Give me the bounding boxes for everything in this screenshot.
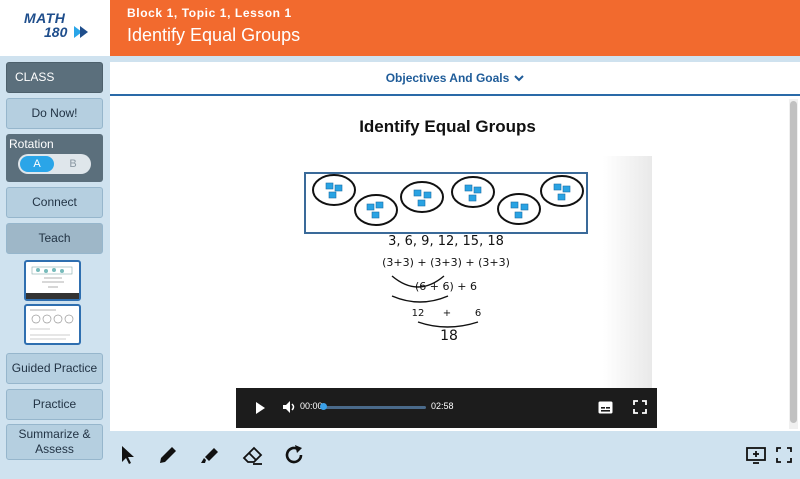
logo-chevron-icon xyxy=(74,26,88,38)
highlighter-icon[interactable] xyxy=(197,443,221,467)
redo-icon[interactable] xyxy=(282,443,306,467)
rotation-toggle[interactable]: A B xyxy=(18,154,91,174)
partial-sum-b: 6 xyxy=(475,308,481,319)
video-controls: 00:00 02:58 xyxy=(236,388,657,428)
volume-icon[interactable] xyxy=(282,399,298,415)
present-icon[interactable] xyxy=(744,443,768,467)
teach-slide-thumbnails xyxy=(24,252,84,345)
rotation-option-a[interactable]: A xyxy=(20,156,54,172)
main-content: Objectives And Goals Identify Equal Grou… xyxy=(110,62,800,431)
sidebar: CLASS Do Now! Rotation A B Connect Teach xyxy=(0,56,110,479)
video-player[interactable]: 3, 6, 9, 12, 15, 18 (3+3) + (3+3) + (3+3… xyxy=(236,156,657,428)
fullscreen-icon[interactable] xyxy=(633,400,647,414)
lesson-title: Identify Equal Groups xyxy=(127,25,301,45)
connect-label: Connect xyxy=(32,195,77,209)
lesson-breadcrumb: Block 1, Topic 1, Lesson 1 xyxy=(127,6,292,20)
pen-icon[interactable] xyxy=(156,443,180,467)
guided-practice-button[interactable]: Guided Practice xyxy=(6,353,103,384)
teach-button[interactable]: Teach xyxy=(6,223,103,254)
math180-logo: MATH 180 xyxy=(24,10,94,46)
summarize-assess-button[interactable]: Summarize & Assess xyxy=(6,424,103,460)
rotation-option-b[interactable]: B xyxy=(58,156,88,172)
slide-thumbnail-2[interactable] xyxy=(24,304,81,345)
annotation-toolbar xyxy=(110,433,800,479)
plus-sign: + xyxy=(443,308,451,319)
play-icon[interactable] xyxy=(253,400,267,416)
content-scrollbar[interactable] xyxy=(789,99,798,429)
class-label: CLASS xyxy=(15,70,55,84)
scrollbar-thumb[interactable] xyxy=(790,101,797,423)
number-sequence: 3, 6, 9, 12, 15, 18 xyxy=(388,234,504,249)
do-now-label: Do Now! xyxy=(31,106,78,120)
duration: 02:58 xyxy=(431,401,454,411)
objectives-label: Objectives And Goals xyxy=(385,71,510,85)
pointer-icon[interactable] xyxy=(116,443,140,467)
connect-button[interactable]: Connect xyxy=(6,187,103,218)
chevron-down-icon xyxy=(514,75,525,82)
do-now-button[interactable]: Do Now! xyxy=(6,98,103,129)
grouped-addition: (3+3) + (3+3) + (3+3) xyxy=(382,256,510,269)
rotation-label: Rotation xyxy=(9,137,54,151)
practice-button[interactable]: Practice xyxy=(6,389,103,420)
rotation-panel: Rotation A B xyxy=(6,134,103,182)
class-button[interactable]: CLASS xyxy=(6,62,103,93)
total-sum: 18 xyxy=(440,328,458,344)
video-frame[interactable]: 3, 6, 9, 12, 15, 18 (3+3) + (3+3) + (3+3… xyxy=(242,156,652,388)
partial-sum-a: 12 xyxy=(412,308,425,319)
page-title: Identify Equal Groups xyxy=(359,117,536,136)
guided-practice-label: Guided Practice xyxy=(11,361,98,375)
equal-groups-illustration: 3, 6, 9, 12, 15, 18 (3+3) + (3+3) + (3+3… xyxy=(304,172,588,344)
logo-text-line2: 180 xyxy=(44,24,68,40)
captions-icon[interactable] xyxy=(598,401,613,414)
slide-thumbnail-1[interactable] xyxy=(24,260,81,301)
eraser-icon[interactable] xyxy=(241,443,265,467)
summarize-assess-label: Summarize & Assess xyxy=(18,427,91,456)
progress-knob[interactable] xyxy=(320,403,327,410)
progress-track[interactable] xyxy=(322,406,426,409)
practice-label: Practice xyxy=(32,397,77,411)
logo-area: MATH 180 xyxy=(0,0,110,56)
header-band: Block 1, Topic 1, Lesson 1 Identify Equa… xyxy=(110,0,800,56)
objectives-dropdown[interactable]: Objectives And Goals xyxy=(110,62,800,96)
teach-label: Teach xyxy=(38,231,71,245)
window-fullscreen-icon[interactable] xyxy=(772,443,796,467)
